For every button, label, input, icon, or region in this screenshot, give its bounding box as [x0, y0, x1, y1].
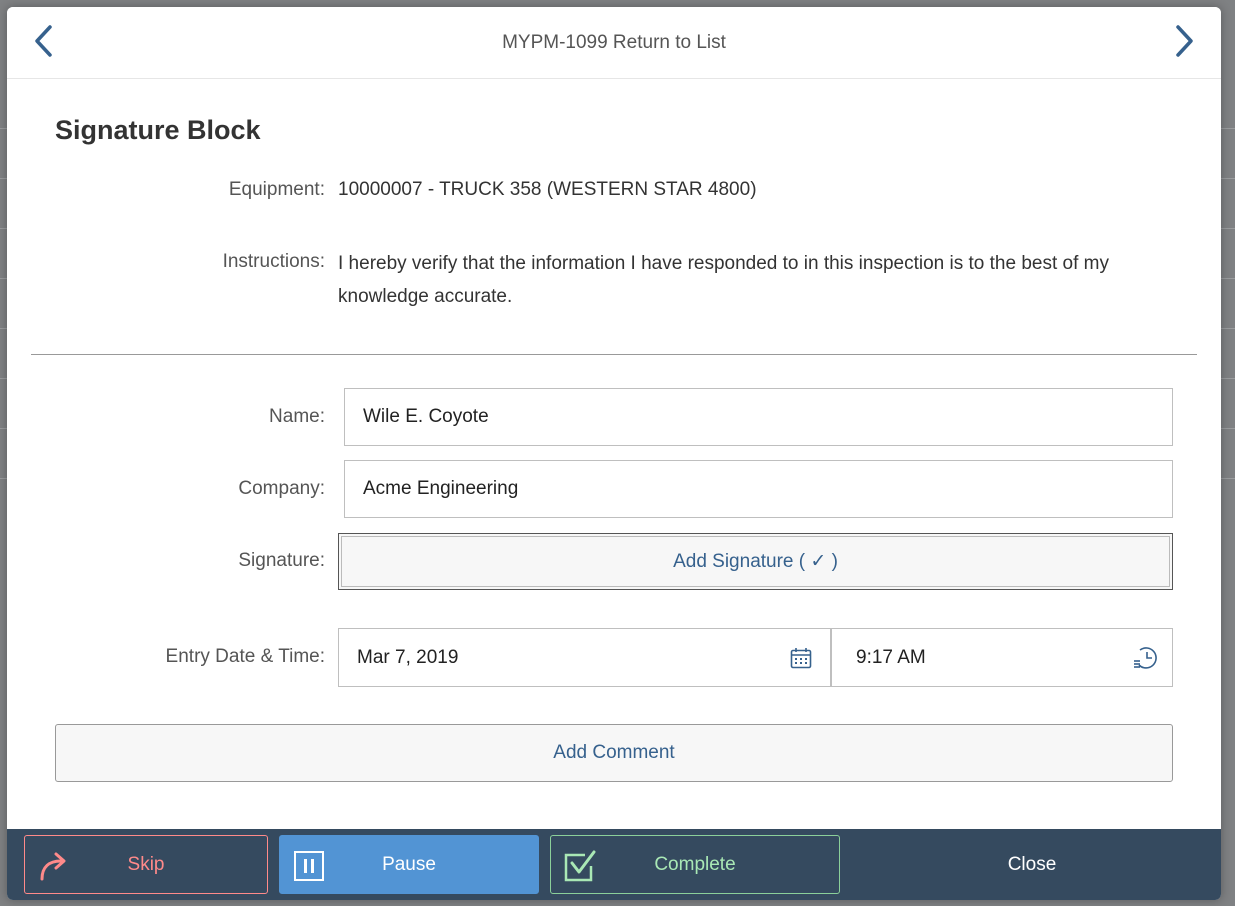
chevron-right-icon: [1174, 24, 1196, 63]
skip-label: Skip: [127, 853, 165, 875]
company-label: Company:: [238, 478, 325, 499]
time-picker[interactable]: 9:17 AM: [831, 628, 1173, 687]
divider: [31, 354, 1197, 355]
equipment-value: 10000007 - TRUCK 358 (WESTERN STAR 4800): [338, 179, 757, 200]
skip-button[interactable]: Skip: [24, 835, 268, 894]
equipment-label: Equipment:: [228, 179, 325, 200]
add-signature-button[interactable]: Add Signature ( ✓ ): [338, 533, 1173, 590]
time-value: 9:17 AM: [856, 646, 926, 668]
checkbox-checked-icon: [563, 849, 597, 883]
date-value: Mar 7, 2019: [357, 646, 459, 668]
complete-button[interactable]: Complete: [550, 835, 840, 894]
entry-datetime-label: Entry Date & Time:: [165, 646, 325, 667]
dialog-header: MYPM-1099 Return to List: [7, 7, 1221, 79]
pause-button[interactable]: Pause: [279, 835, 539, 894]
pause-icon: [292, 849, 326, 883]
name-input[interactable]: Wile E. Coyote: [344, 388, 1173, 446]
skip-arrow-icon: [37, 849, 71, 883]
signature-label: Signature:: [238, 550, 325, 571]
instructions-label: Instructions:: [222, 251, 325, 272]
company-value: Acme Engineering: [363, 478, 519, 499]
complete-label: Complete: [654, 853, 736, 875]
date-picker[interactable]: Mar 7, 2019: [338, 628, 831, 687]
company-input[interactable]: Acme Engineering: [344, 460, 1173, 518]
name-label: Name:: [269, 406, 325, 427]
signature-dialog: MYPM-1099 Return to List Signature Block…: [7, 7, 1221, 900]
next-button[interactable]: [1167, 24, 1203, 63]
close-button[interactable]: Close: [847, 835, 1217, 894]
calendar-icon[interactable]: [788, 645, 814, 671]
add-comment-button[interactable]: Add Comment: [55, 724, 1173, 782]
footer-toolbar: Skip Pause Complete Close: [7, 829, 1221, 900]
clock-icon[interactable]: [1132, 645, 1158, 671]
instructions-text: I hereby verify that the information I h…: [338, 253, 1109, 307]
name-value: Wile E. Coyote: [363, 406, 489, 427]
pause-label: Pause: [382, 853, 436, 875]
section-title: Signature Block: [55, 115, 261, 145]
dialog-title: MYPM-1099 Return to List: [502, 32, 726, 53]
